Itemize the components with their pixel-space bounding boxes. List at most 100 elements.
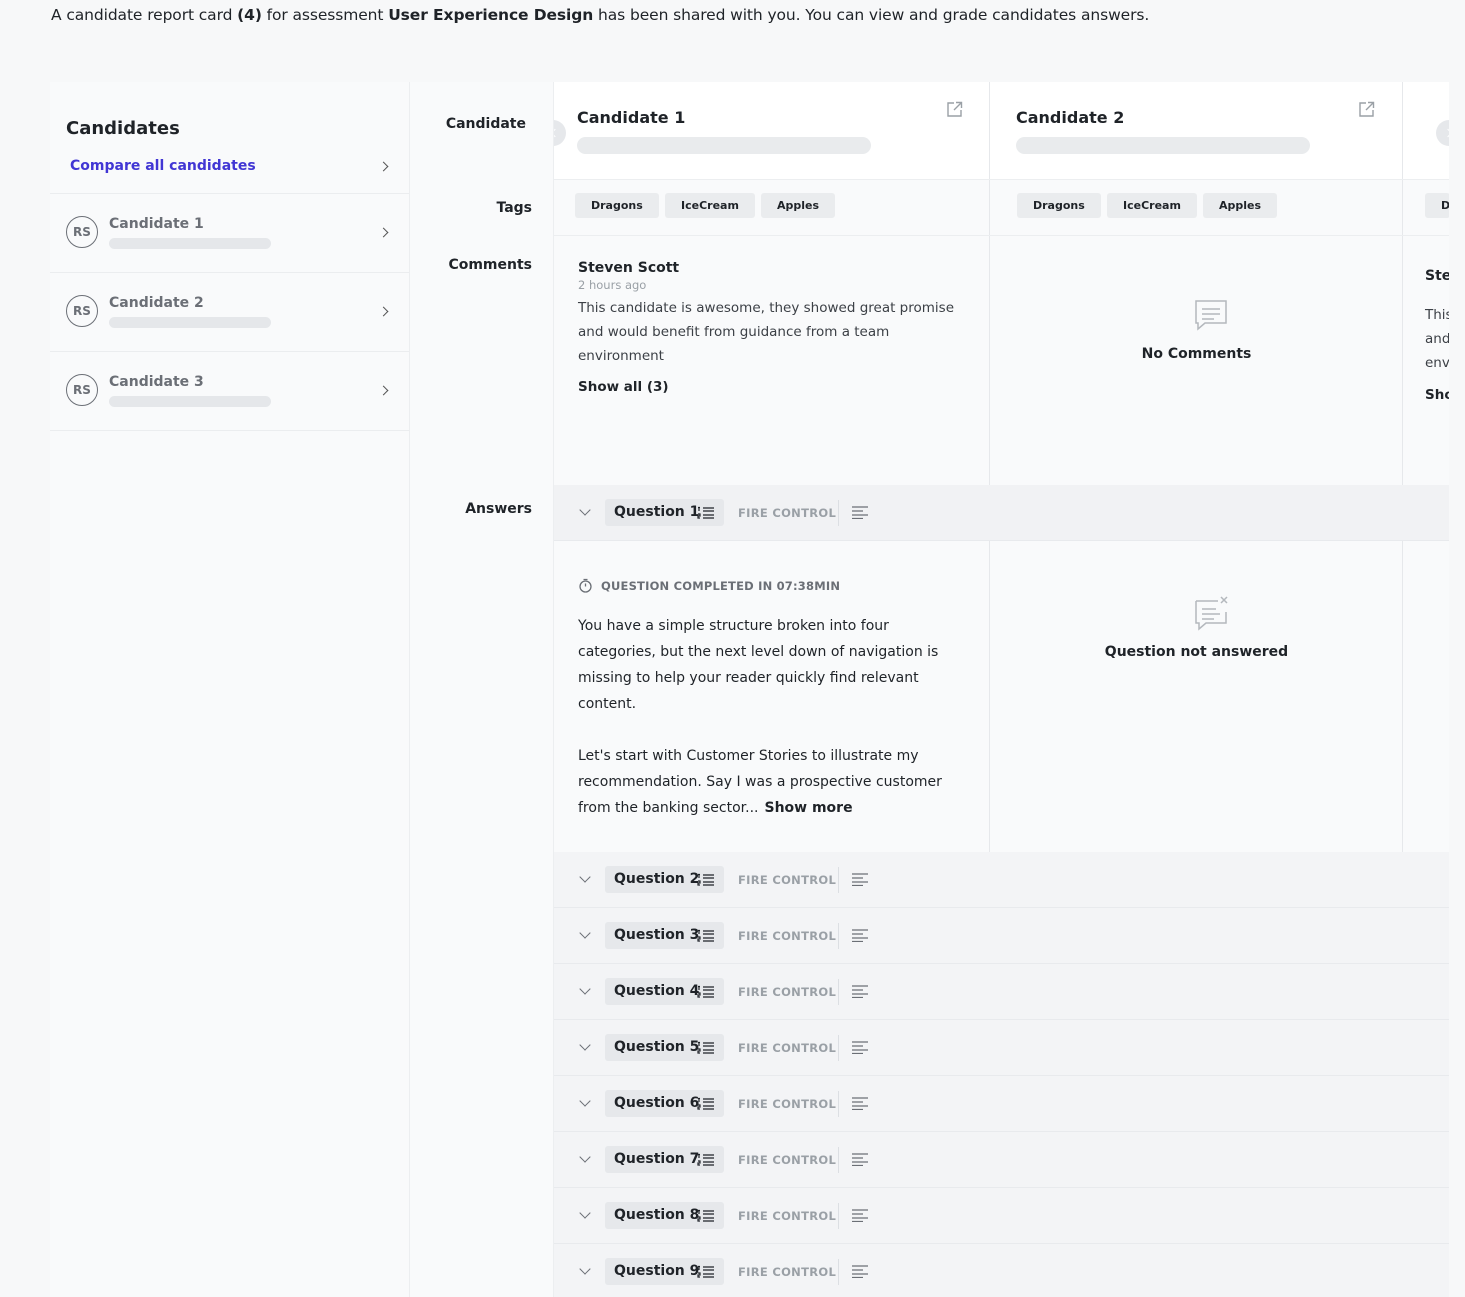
text-align-icon[interactable] [852,929,868,942]
question-category: FIRE CONTROL [738,929,837,943]
answer-paragraph-text: Let's start with Customer Stories to ill… [578,748,942,816]
text-align-icon[interactable] [852,873,868,886]
text-align-icon[interactable] [852,985,868,998]
intro-part: for assessment [261,6,389,24]
text-align-icon[interactable] [852,1153,868,1166]
chevron-down-icon[interactable] [579,927,591,939]
question-pill[interactable]: Question 5 [605,1034,724,1061]
divider [838,979,839,1005]
sidebar-item-candidate-3[interactable]: RS Candidate 3 [50,352,409,431]
tags-cell: Dragons IceCream Apples [554,180,990,235]
label-tags: Tags [496,200,532,216]
question-row[interactable]: Question 1 FIRE CONTROL [554,485,1449,541]
intro-text: A candidate report card (4) for assessme… [51,6,1149,24]
answers-row: QUESTION COMPLETED IN 07:38MIN You have … [554,541,1449,852]
question-row[interactable]: Question 2 FIRE CONTROL [554,852,1449,908]
avatar: RS [66,374,98,406]
question-row[interactable]: Question 9 FIRE CONTROL [554,1244,1449,1297]
not-answered-text: Question not answered [1104,644,1289,660]
comments-cell: Ste This and env Sho [1403,236,1449,485]
timer-icon [579,578,592,593]
question-pill[interactable]: Question 2 [605,866,724,893]
tag[interactable]: IceCream [665,193,755,218]
numbered-list-icon [697,1265,714,1278]
tag[interactable]: D [1425,193,1449,218]
show-all-comments-link[interactable]: Sho [1425,387,1449,403]
question-row[interactable]: Question 3 FIRE CONTROL [554,908,1449,964]
tag[interactable]: Apples [761,193,836,218]
question-row[interactable]: Question 5 FIRE CONTROL [554,1020,1449,1076]
question-pill[interactable]: Question 8 [605,1202,724,1229]
question-row[interactable]: Question 4 FIRE CONTROL [554,964,1449,1020]
question-category: FIRE CONTROL [738,1265,837,1279]
question-label: Question 7 [614,1151,700,1167]
question-pill[interactable]: Question 4 [605,978,724,1005]
question-row[interactable]: Question 7 FIRE CONTROL [554,1132,1449,1188]
divider [838,1091,839,1117]
chevron-down-icon[interactable] [579,504,591,516]
numbered-list-icon [697,873,714,886]
row-labels: Candidate Tags Comments Answers [410,82,554,1297]
tag[interactable]: IceCream [1107,193,1197,218]
question-category: FIRE CONTROL [738,1097,837,1111]
answer-paragraph: Let's start with Customer Stories to ill… [578,743,968,821]
chevron-down-icon[interactable] [579,1263,591,1275]
sidebar-item-label: Candidate 2 [109,295,204,311]
question-pill[interactable]: Question 9 [605,1258,724,1285]
intro-part: A candidate report card [51,6,238,24]
question-category: FIRE CONTROL [738,985,837,999]
show-more-link[interactable]: Show more [764,800,852,816]
text-align-icon[interactable] [852,506,868,519]
external-link-icon[interactable] [1358,101,1375,118]
text-align-icon[interactable] [852,1097,868,1110]
question-row[interactable]: Question 6 FIRE CONTROL [554,1076,1449,1132]
question-category: FIRE CONTROL [738,1153,837,1167]
answer-meta: QUESTION COMPLETED IN 07:38MIN [578,578,840,593]
text-align-icon[interactable] [852,1265,868,1278]
sidebar-title: Candidates [66,118,180,139]
chevron-down-icon[interactable] [579,1039,591,1051]
external-link-icon[interactable] [946,101,963,118]
tag[interactable]: Dragons [1017,193,1101,218]
candidate-column-2: Candidate 2 [990,82,1403,179]
question-pill[interactable]: Question 7 [605,1146,724,1173]
comment-text-line: env [1425,355,1449,371]
chevron-down-icon[interactable] [579,983,591,995]
chevron-down-icon[interactable] [579,1095,591,1107]
tag[interactable]: Apples [1203,193,1278,218]
question-row[interactable]: Question 8 FIRE CONTROL [554,1188,1449,1244]
numbered-list-icon [697,929,714,942]
chevron-right-icon [378,227,389,238]
compare-all-link[interactable]: Compare all candidates [70,158,256,174]
question-pill[interactable]: Question 6 [605,1090,724,1117]
chevron-down-icon[interactable] [579,1207,591,1219]
text-align-icon[interactable] [852,1041,868,1054]
tags-cell: D [1403,180,1449,235]
chevron-right-icon [378,385,389,396]
comment-text: This and env [1425,303,1449,375]
candidate-name: Candidate 1 [577,108,686,127]
chevron-down-icon[interactable] [579,871,591,883]
question-pill[interactable]: Question 1 [605,499,724,526]
divider [838,1147,839,1173]
placeholder-bar [109,238,271,249]
label-answers: Answers [465,501,532,517]
text-align-icon[interactable] [852,1209,868,1222]
chevron-right-icon[interactable] [378,161,389,172]
placeholder-bar [109,317,271,328]
question-pill[interactable]: Question 3 [605,922,724,949]
sidebar-item-candidate-1[interactable]: RS Candidate 1 [50,194,409,273]
candidate-column-1: Candidate 1 [554,82,990,179]
comment-unanswered-icon [1195,596,1228,631]
divider [838,1203,839,1229]
tag[interactable]: Dragons [575,193,659,218]
sidebar-item-candidate-2[interactable]: RS Candidate 2 [50,273,409,352]
chevron-left-icon [554,128,559,138]
numbered-list-icon [697,1153,714,1166]
comments-cell: No Comments [990,236,1403,485]
avatar: RS [66,295,98,327]
chevron-down-icon[interactable] [579,1151,591,1163]
comment-icon [1195,300,1227,331]
show-all-comments-link[interactable]: Show all (3) [578,379,669,395]
numbered-list-icon [697,1209,714,1222]
